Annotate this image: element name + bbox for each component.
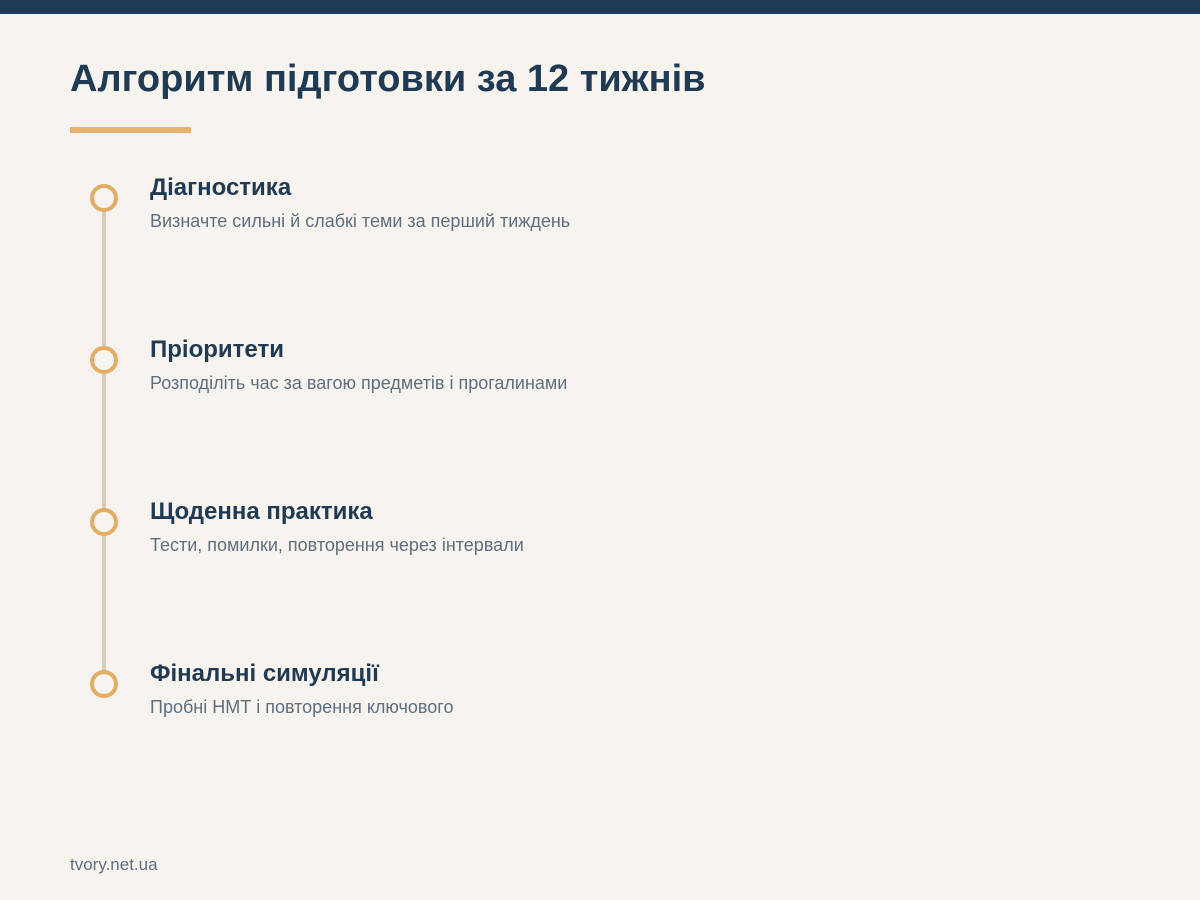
step-description: Визначте сильні й слабкі теми за перший …: [150, 211, 571, 231]
timeline-step-diagnostics: Діагностика Визначте сильні й слабкі тем…: [0, 174, 1200, 264]
timeline-line: [102, 196, 106, 682]
timeline-step-final-simulations: Фінальні симуляції Пробні НМТ і повторен…: [0, 660, 1200, 750]
step-title: Щоденна практика: [150, 498, 373, 525]
timeline-dot-icon: [90, 670, 118, 698]
step-description: Пробні НМТ і повторення ключового: [150, 697, 454, 717]
timeline-dot-icon: [90, 184, 118, 212]
timeline-dot-icon: [90, 508, 118, 536]
step-title: Пріоритети: [150, 336, 284, 363]
step-title: Діагностика: [150, 174, 292, 201]
top-bar: [0, 0, 1200, 14]
step-title: Фінальні симуляції: [150, 660, 379, 687]
timeline-dot-icon: [90, 346, 118, 374]
timeline-step-priorities: Пріоритети Розподіліть час за вагою пред…: [0, 336, 1200, 426]
step-description: Розподіліть час за вагою предметів і про…: [150, 373, 568, 393]
step-description: Тести, помилки, повторення через інтерва…: [150, 535, 524, 555]
page-title: Алгоритм підготовки за 12 тижнів: [70, 58, 706, 100]
title-accent-bar: [70, 127, 191, 133]
timeline-step-daily-practice: Щоденна практика Тести, помилки, повторе…: [0, 498, 1200, 588]
footer-site-label: tvory.net.ua: [70, 855, 158, 874]
